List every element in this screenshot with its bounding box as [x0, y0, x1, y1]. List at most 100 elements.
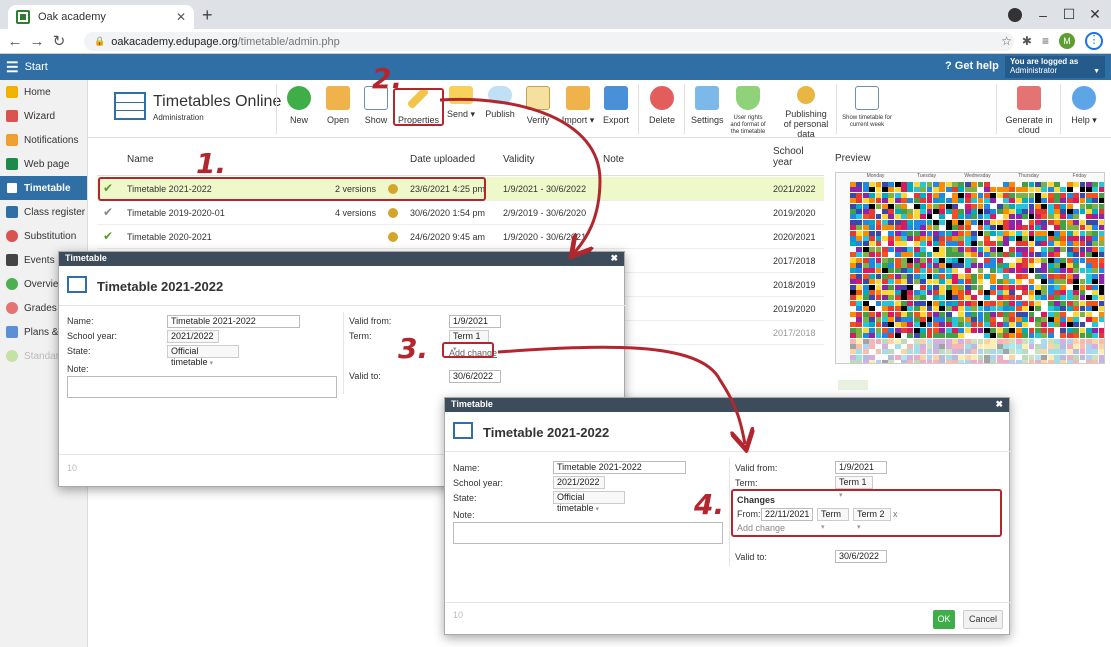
preview-cell: [1079, 306, 1086, 312]
note-textarea[interactable]: [67, 376, 337, 398]
valid-to-field[interactable]: 30/6/2022: [835, 550, 887, 563]
get-help-link[interactable]: ? Get help: [945, 60, 999, 72]
preview-cell: [926, 279, 933, 285]
preview-cell: [996, 317, 1003, 322]
table-row[interactable]: ✔ Timetable 2019-2020-01 4 versions 30/6…: [97, 201, 824, 225]
preview-cell: [964, 344, 971, 349]
maximize-icon[interactable]: ☐: [1056, 6, 1082, 23]
preview-cell: [1047, 284, 1054, 290]
valid-to-field[interactable]: 30/6/2022: [449, 370, 501, 383]
preview-cell: [888, 338, 895, 344]
sidebar-item-label: Wizard: [24, 110, 56, 122]
sidebar-item-web-page[interactable]: Web page: [0, 152, 87, 176]
preview-cell: [1054, 306, 1060, 312]
timetable-icon: [453, 422, 473, 439]
browser-tab[interactable]: Oak academy ✕: [8, 5, 194, 29]
name-field[interactable]: Timetable 2021-2022: [553, 461, 686, 474]
preview-cell: [1022, 257, 1029, 263]
user-avatar[interactable]: M: [1059, 33, 1075, 49]
preview-cell: [952, 273, 958, 279]
preview-cell: [1092, 263, 1099, 268]
tab-close-icon[interactable]: ✕: [176, 10, 186, 24]
row-versions[interactable]: 4 versions: [335, 208, 376, 218]
ok-button[interactable]: OK: [933, 610, 955, 629]
preview-cell: [856, 187, 863, 193]
preview-cell: [1066, 198, 1073, 204]
sidebar-item-wizard[interactable]: Wizard: [0, 104, 87, 128]
send-button[interactable]: Send ▾: [445, 86, 477, 120]
col-date-uploaded[interactable]: Date uploaded: [410, 154, 475, 165]
url-field[interactable]: 🔒 oakacademy.edupage.org /timetable/admi…: [84, 32, 1014, 51]
sidebar-item-home[interactable]: Home: [0, 80, 87, 104]
preview-cell: [907, 182, 914, 187]
name-field[interactable]: Timetable 2021-2022: [167, 315, 300, 328]
state-select[interactable]: Official timetable: [553, 491, 625, 513]
publishing-personal-data-button[interactable]: Publishing of personal data: [782, 86, 830, 139]
cancel-button[interactable]: Cancel: [963, 610, 1003, 629]
import-icon: [566, 86, 590, 110]
preview-cell: [1028, 295, 1035, 301]
bookmark-star-icon[interactable]: ☆: [1001, 34, 1012, 48]
school-year-select[interactable]: 2021/2022: [553, 476, 605, 489]
new-tab-icon[interactable]: +: [202, 5, 213, 26]
preview-cell: [952, 290, 958, 295]
sidebar-item-substitution[interactable]: Substitution: [0, 224, 87, 248]
user-rights-button[interactable]: User rights and format of the timetable: [728, 86, 768, 136]
user-menu[interactable]: You are logged as Administrator ▼: [1005, 56, 1105, 78]
preview-cell: [1073, 290, 1080, 295]
help-button[interactable]: Help ▾: [1066, 86, 1102, 126]
col-name[interactable]: Name: [127, 154, 154, 165]
hamburger-menu-icon[interactable]: ☰: [6, 59, 19, 76]
reading-list-icon[interactable]: ≡: [1042, 34, 1049, 48]
settings-button[interactable]: Settings: [691, 86, 724, 125]
col-school-year[interactable]: School year: [773, 146, 804, 168]
minimize-icon[interactable]: –: [1030, 7, 1056, 23]
timetable-preview-image[interactable]: Monday Tuesday Wednesday Thursday Friday: [835, 172, 1105, 364]
start-label[interactable]: Start: [25, 61, 48, 73]
preview-cell: [856, 236, 863, 241]
show-current-week-button[interactable]: Show timetable for current week: [842, 86, 892, 129]
state-select[interactable]: Official timetable: [167, 345, 239, 367]
col-note[interactable]: Note: [603, 154, 624, 165]
extensions-icon[interactable]: ✱: [1022, 34, 1032, 48]
preview-cell: [881, 327, 888, 333]
browser-profile-icon[interactable]: [1008, 8, 1022, 22]
preview-cell: [888, 198, 895, 204]
preview-cell: [1066, 295, 1073, 301]
sidebar-item-notifications[interactable]: Notifications: [0, 128, 87, 152]
import-button[interactable]: Import ▾: [561, 86, 595, 126]
table-row[interactable]: ✔ Timetable 2020-2021 24/6/2020 9:45 am …: [97, 225, 824, 249]
preview-cell: [888, 192, 895, 198]
export-button[interactable]: Export: [603, 86, 629, 125]
new-button[interactable]: New: [286, 86, 312, 125]
dialog-close-icon[interactable]: ✖: [995, 399, 1003, 410]
sidebar-item-timetable[interactable]: Timetable: [0, 176, 87, 200]
generate-in-cloud-button[interactable]: Generate in cloud: [1004, 86, 1054, 135]
preview-cell: [1073, 279, 1080, 285]
step2-number: 2.: [372, 62, 403, 95]
window-close-icon[interactable]: ✕: [1082, 6, 1108, 23]
open-button[interactable]: Open: [324, 86, 352, 125]
browser-menu-icon[interactable]: ⋮: [1085, 32, 1103, 50]
preview-cell: [939, 214, 946, 220]
back-icon[interactable]: ←: [4, 33, 26, 50]
term-select[interactable]: Term 1: [835, 476, 873, 489]
sidebar-item-class-register[interactable]: Class register: [0, 200, 87, 224]
col-validity[interactable]: Validity: [503, 154, 535, 165]
preview-cell: [1015, 284, 1022, 290]
preview-cell: [913, 344, 920, 349]
preview-cell: [881, 306, 888, 312]
publish-button[interactable]: Publish: [485, 86, 515, 119]
school-year-select[interactable]: 2021/2022: [167, 330, 219, 343]
verify-button[interactable]: Verify: [525, 86, 551, 125]
forward-icon[interactable]: →: [26, 33, 48, 50]
row-year: 2018/2019: [773, 280, 816, 290]
valid-from-field[interactable]: 1/9/2021: [835, 461, 887, 474]
dialog-close-icon[interactable]: ✖: [610, 253, 618, 264]
preview-cell: [888, 284, 895, 290]
preview-cell: [920, 225, 927, 231]
delete-button[interactable]: Delete: [648, 86, 676, 125]
valid-from-field[interactable]: 1/9/2021: [449, 315, 501, 328]
note-textarea[interactable]: [453, 522, 723, 544]
reload-icon[interactable]: ↻: [48, 32, 70, 50]
